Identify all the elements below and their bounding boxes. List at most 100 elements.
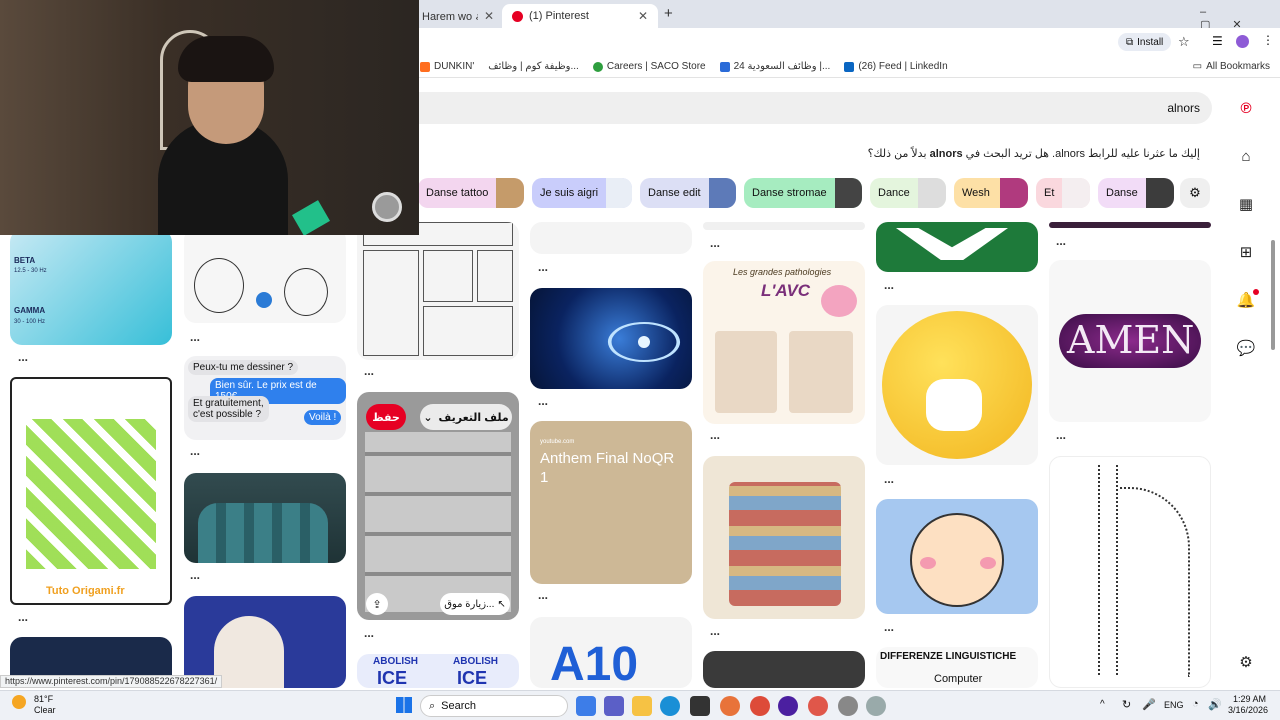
pin-books[interactable]: [703, 456, 865, 619]
home-icon[interactable]: ⌂: [1236, 146, 1256, 166]
save-button[interactable]: حفظ: [366, 404, 406, 430]
bookmark-dunkin[interactable]: DUNKIN': [420, 61, 474, 72]
explore-icon[interactable]: ▦: [1236, 194, 1256, 214]
bookmark-star-icon[interactable]: ☆: [1178, 34, 1190, 50]
more-options-icon[interactable]: ...: [18, 610, 28, 624]
pin-group-photo[interactable]: [184, 473, 346, 563]
suggestion-link[interactable]: alnors: [930, 148, 963, 160]
pin-charlie-brown[interactable]: [876, 499, 1038, 614]
pin-dark-photo[interactable]: [703, 651, 865, 688]
close-icon[interactable]: ✕: [638, 9, 648, 23]
pin-top-gray[interactable]: [530, 222, 692, 254]
pin-brainwaves[interactable]: BETA 12.5 - 30 Hz GAMMA 30 - 100 Hz: [10, 230, 172, 345]
more-options-icon[interactable]: ...: [884, 620, 894, 634]
pin-origami[interactable]: Tuto Origami.fr: [10, 377, 172, 605]
more-options-icon[interactable]: ...: [190, 444, 200, 458]
settings-icon[interactable]: ⚙: [1236, 652, 1256, 672]
bookmark-saco[interactable]: Careers | SACO Store: [592, 61, 706, 72]
more-options-icon[interactable]: ...: [884, 472, 894, 486]
obs-icon[interactable]: [778, 696, 798, 716]
pin-green-logo[interactable]: [876, 222, 1038, 272]
more-options-icon[interactable]: ...: [538, 260, 548, 274]
more-options-icon[interactable]: ...: [364, 364, 374, 378]
weather-temp[interactable]: 81°F: [34, 694, 53, 704]
more-options-icon[interactable]: ...: [364, 626, 374, 640]
chip-danse-stromae[interactable]: Danse stromae: [744, 178, 862, 208]
more-options-icon[interactable]: ...: [710, 236, 720, 250]
settings-app-icon[interactable]: [866, 696, 886, 716]
chrome-icon[interactable]: [750, 696, 770, 716]
more-options-icon[interactable]: ...: [538, 394, 548, 408]
store-icon[interactable]: [690, 696, 710, 716]
wifi-icon[interactable]: ◔: [1192, 698, 1199, 710]
weather-icon[interactable]: [12, 695, 26, 709]
pin-atom[interactable]: [530, 288, 692, 389]
copilot-icon[interactable]: [576, 696, 596, 716]
install-button[interactable]: ⧉ Install: [1118, 33, 1172, 51]
tab-harem[interactable]: Harem wo قمبلة ✕: [412, 4, 504, 28]
new-tab-button[interactable]: +: [664, 5, 673, 22]
more-options-icon[interactable]: ...: [884, 278, 894, 292]
tab-search-icon[interactable]: ☰: [1212, 34, 1223, 48]
chip-danse[interactable]: Danse: [1098, 178, 1174, 208]
chip-dance[interactable]: Dance: [870, 178, 946, 208]
pinterest-logo-icon[interactable]: ℗: [1236, 98, 1256, 118]
pin-a10[interactable]: A10: [530, 617, 692, 688]
visit-site-button[interactable]: زيارة موق... ↖: [440, 593, 510, 615]
bookmark-wazifa[interactable]: وظيفة كوم | وظائف...: [488, 61, 579, 72]
profile-select-button[interactable]: ⌄ ملف التعريف: [420, 404, 512, 430]
more-options-icon[interactable]: ...: [710, 428, 720, 442]
more-options-icon[interactable]: ...: [710, 624, 720, 638]
clock-time[interactable]: 1:29 AM: [1230, 694, 1266, 704]
chrome-profile-icon[interactable]: [808, 696, 828, 716]
chip-et[interactable]: Et: [1036, 178, 1090, 208]
file-explorer-icon[interactable]: [632, 696, 652, 716]
share-button[interactable]: ⇪: [366, 593, 388, 615]
clock-date[interactable]: 3/16/2026: [1228, 705, 1268, 715]
chip-wesh[interactable]: Wesh: [954, 178, 1028, 208]
more-options-icon[interactable]: ...: [190, 330, 200, 344]
network-icon[interactable]: ↻: [1122, 698, 1131, 711]
pin-crying-emoji[interactable]: [876, 305, 1038, 465]
windows-start-icon[interactable]: [396, 697, 412, 713]
language-indicator[interactable]: ENG: [1164, 700, 1184, 710]
more-options-icon[interactable]: ...: [1056, 428, 1066, 442]
browser-menu-icon[interactable]: ⋮: [1262, 33, 1274, 47]
pin-abolish-ice[interactable]: ABOLISH ABOLISH ICE ICE: [357, 654, 519, 688]
more-options-icon[interactable]: ...: [538, 588, 548, 602]
more-options-icon[interactable]: ...: [190, 568, 200, 582]
profile-avatar[interactable]: [1236, 35, 1249, 48]
scrollbar-thumb[interactable]: [1271, 240, 1275, 350]
pin-top-5[interactable]: [703, 222, 865, 230]
tab-pinterest[interactable]: (1) Pinterest ✕: [502, 4, 658, 28]
pin-differenze[interactable]: DIFFERENZE LINGUISTICHE Computer: [876, 647, 1038, 688]
bookmark-linkedin[interactable]: (26) Feed | LinkedIn: [844, 61, 948, 72]
pin-avc-infographic[interactable]: Les grandes pathologies L'AVC: [703, 261, 865, 424]
pin-sketch-cartoon[interactable]: [184, 228, 346, 323]
taskbar-search[interactable]: ⌕ Search: [420, 695, 568, 717]
microphone-icon[interactable]: 🎤: [1142, 698, 1156, 711]
create-icon[interactable]: ⊞: [1236, 242, 1256, 262]
app-icon[interactable]: [838, 696, 858, 716]
chip-danse-edit[interactable]: Danse edit: [640, 178, 736, 208]
close-icon[interactable]: ✕: [484, 9, 494, 23]
pin-top-7[interactable]: [1049, 222, 1211, 228]
filter-button[interactable]: ⚙: [1180, 178, 1210, 208]
pin-anthem-video[interactable]: youtube.com Anthem Final NoQR 1: [530, 421, 692, 584]
firefox-icon[interactable]: [720, 696, 740, 716]
teams-icon[interactable]: [604, 696, 624, 716]
pin-chat-meme[interactable]: Peux-tu me dessiner ? Bien sûr. Le prix …: [184, 356, 346, 440]
weather-desc[interactable]: Clear: [34, 705, 56, 715]
pin-harp-dot-to-dot[interactable]: [1049, 456, 1211, 688]
edge-icon[interactable]: [660, 696, 680, 716]
bookmark-saudi-jobs[interactable]: وظائف السعودية 24 |...: [719, 61, 830, 72]
volume-icon[interactable]: 🔊: [1208, 698, 1222, 711]
all-bookmarks[interactable]: ▭ All Bookmarks: [1193, 61, 1270, 72]
search-input[interactable]: alnors: [360, 92, 1212, 124]
chip-je-suis-aigri[interactable]: Je suis aigri: [532, 178, 632, 208]
messages-icon[interactable]: 💬: [1236, 338, 1256, 358]
pin-comic-layout[interactable]: [357, 222, 519, 360]
more-options-icon[interactable]: ...: [18, 350, 28, 364]
pin-amen[interactable]: AMEN: [1049, 260, 1211, 422]
tray-chevron-icon[interactable]: ^: [1100, 699, 1105, 710]
